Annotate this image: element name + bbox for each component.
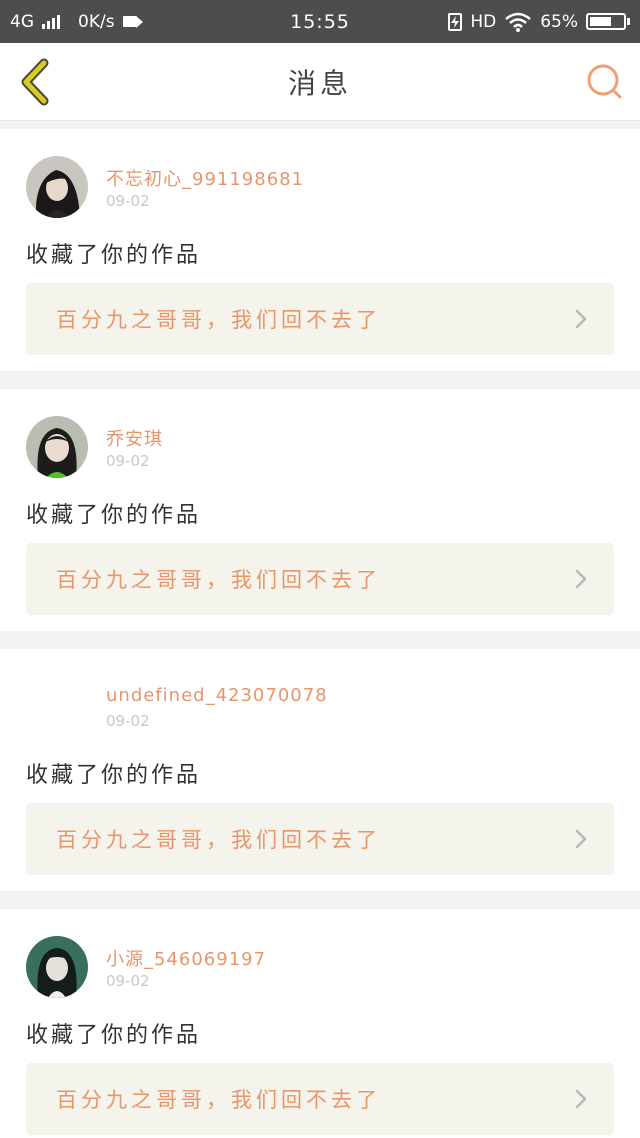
message-card: 不忘初心_991198681 09-02 收藏了你的作品 百分九之哥哥，我们回不…: [0, 129, 640, 371]
message-card: 小源_546069197 09-02 收藏了你的作品 百分九之哥哥，我们回不去了: [0, 909, 640, 1138]
hd-label: HD: [470, 11, 497, 32]
chevron-left-icon[interactable]: [14, 57, 58, 107]
chevron-right-icon: [575, 829, 587, 849]
video-icon: [122, 15, 143, 28]
avatar[interactable]: [26, 676, 88, 738]
message-card: undefined_423070078 09-02 收藏了你的作品 百分九之哥哥…: [0, 649, 640, 891]
charging-icon: [448, 12, 463, 31]
work-title: 百分九之哥哥，我们回不去了: [56, 568, 381, 592]
work-title: 百分九之哥哥，我们回不去了: [56, 1088, 381, 1112]
message-card: 乔安琪 09-02 收藏了你的作品 百分九之哥哥，我们回不去了: [0, 389, 640, 631]
work-link[interactable]: 百分九之哥哥，我们回不去了: [26, 283, 614, 355]
action-text: 收藏了你的作品: [26, 763, 202, 788]
username[interactable]: 乔安琪: [106, 425, 163, 451]
status-bar: 4G 0K/s 15:55 HD 65%: [0, 0, 640, 43]
network-type: 4G: [10, 11, 34, 32]
page-title: 消息: [287, 66, 352, 100]
username[interactable]: 小源_546069197: [106, 945, 266, 971]
search-icon[interactable]: [584, 61, 626, 103]
chevron-right-icon: [575, 569, 587, 589]
work-title: 百分九之哥哥，我们回不去了: [56, 828, 381, 852]
signal-icon: [42, 14, 60, 29]
network-speed: 0K/s: [78, 11, 115, 32]
message-date: 09-02: [106, 452, 150, 470]
message-list: 不忘初心_991198681 09-02 收藏了你的作品 百分九之哥哥，我们回不…: [0, 129, 640, 1138]
chevron-right-icon: [575, 309, 587, 329]
wifi-icon: [505, 12, 532, 32]
username[interactable]: 不忘初心_991198681: [106, 165, 304, 191]
chevron-right-icon: [575, 1089, 587, 1109]
message-date: 09-02: [106, 972, 150, 990]
message-date: 09-02: [106, 712, 150, 730]
avatar[interactable]: [26, 416, 88, 478]
avatar[interactable]: [26, 936, 88, 998]
work-link[interactable]: 百分九之哥哥，我们回不去了: [26, 803, 614, 875]
username[interactable]: undefined_423070078: [106, 685, 328, 706]
action-text: 收藏了你的作品: [26, 1023, 202, 1048]
work-link[interactable]: 百分九之哥哥，我们回不去了: [26, 543, 614, 615]
app-header: 消息: [0, 43, 640, 121]
message-date: 09-02: [106, 192, 150, 210]
action-text: 收藏了你的作品: [26, 243, 202, 268]
work-title: 百分九之哥哥，我们回不去了: [56, 308, 381, 332]
battery-icon: [586, 13, 630, 30]
battery-percent: 65%: [540, 11, 578, 32]
action-text: 收藏了你的作品: [26, 503, 202, 528]
work-link[interactable]: 百分九之哥哥，我们回不去了: [26, 1063, 614, 1135]
avatar[interactable]: [26, 156, 88, 218]
